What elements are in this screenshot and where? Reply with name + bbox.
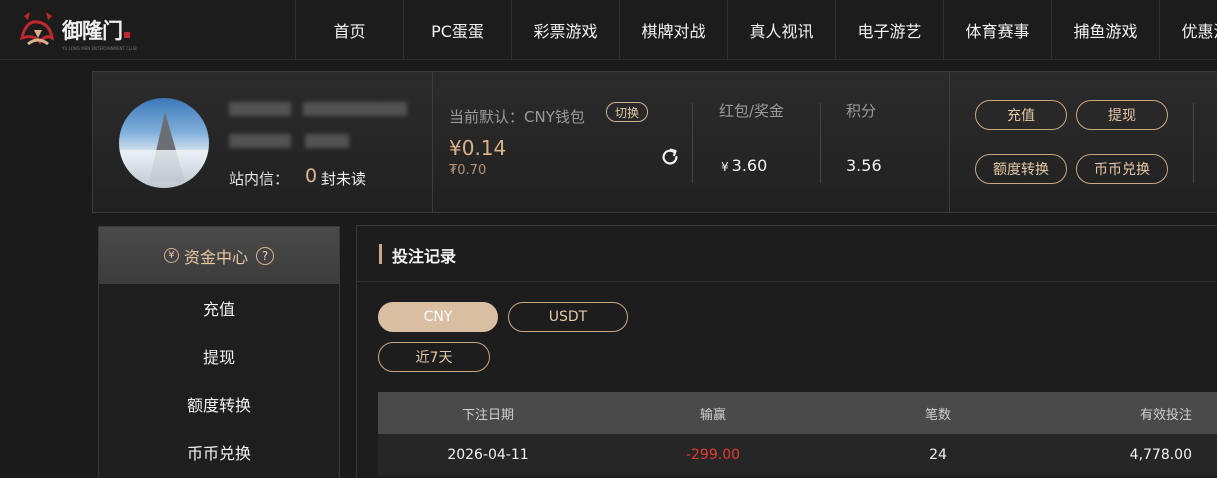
- nav-promotions[interactable]: 优惠活动: [1159, 0, 1217, 60]
- divider: [692, 103, 693, 183]
- logo-seal: [124, 32, 130, 38]
- sidebar-item-deposit[interactable]: 充值: [99, 284, 339, 332]
- col-date: 下注日期: [461, 407, 514, 423]
- title-accent-bar: [379, 244, 382, 264]
- nav-chess-cards[interactable]: 棋牌对战: [619, 0, 727, 60]
- profile-panel: 站内信： 0 封未读 当前默认：CNY钱包 切换 ¥0.14 ₮0.70 红包/…: [92, 71, 1217, 213]
- masked-account-2: [305, 134, 349, 148]
- records-table: 下注日期 输赢 笔数 有效投注 2026-04-11 -299.00 24 4,…: [378, 392, 1217, 476]
- yen-circle-icon: ¥: [163, 248, 179, 263]
- sidebar-item-exchange[interactable]: 币币兑换: [99, 428, 339, 476]
- nav-sports[interactable]: 体育赛事: [943, 0, 1051, 60]
- col-valid-bet: 有效投注: [1139, 407, 1192, 423]
- inbox-suffix[interactable]: 封未读: [321, 168, 366, 189]
- bonus-amount: 3.60: [731, 156, 768, 175]
- points-label: 积分: [846, 102, 877, 120]
- bonus-currency: ¥: [721, 160, 729, 174]
- divider: [820, 103, 821, 183]
- tab-usdt[interactable]: USDT: [508, 302, 628, 332]
- points-value: 3.56: [846, 156, 882, 175]
- nav-fishing[interactable]: 捕鱼游戏: [1051, 0, 1159, 60]
- bonus-label: 红包/奖金: [719, 102, 785, 120]
- bet-records-panel: 投注记录 CNY USDT 近7天 下注日期 输赢 笔数 有效投注 2026-0…: [356, 225, 1217, 478]
- divider: [949, 72, 950, 212]
- nav-live-casino[interactable]: 真人视讯: [727, 0, 835, 60]
- divider: [1193, 103, 1194, 183]
- transfer-button[interactable]: 额度转换: [975, 154, 1067, 184]
- inbox-count[interactable]: 0: [305, 165, 317, 187]
- avatar[interactable]: [119, 98, 209, 188]
- wallet-balance: ¥0.14: [449, 136, 507, 160]
- table-row: 2026-04-11 -299.00 24 4,778.00: [378, 434, 1217, 476]
- sidebar-header[interactable]: ¥ 资金中心 ?: [99, 227, 339, 284]
- wallet-balance-usdt: ₮0.70: [449, 163, 487, 178]
- logo-subtitle: YU LONG MEN ENTERTAINMENT CLUB: [62, 46, 137, 51]
- bonus-value: ¥3.60: [721, 156, 767, 175]
- page: 御隆门 YU LONG MEN ENTERTAINMENT CLUB 首页 PC…: [0, 0, 1217, 478]
- top-navbar: 御隆门 YU LONG MEN ENTERTAINMENT CLUB 首页 PC…: [0, 0, 1217, 60]
- nav-lottery[interactable]: 彩票游戏: [511, 0, 619, 60]
- masked-username: [229, 102, 291, 116]
- logo[interactable]: 御隆门 YU LONG MEN ENTERTAINMENT CLUB: [16, 8, 137, 52]
- panel-header: 投注记录: [357, 226, 1217, 282]
- col-win-loss: 输赢: [699, 407, 726, 423]
- col-count: 笔数: [924, 407, 951, 423]
- cell-valid-bet: 4,778.00: [1129, 447, 1192, 463]
- help-icon[interactable]: ?: [256, 246, 274, 265]
- sidebar-title: 资金中心: [183, 247, 248, 267]
- dragon-logo-icon: [19, 12, 54, 46]
- main-nav: 首页 PC蛋蛋 彩票游戏 棋牌对战 真人视讯 电子游艺 体育赛事 捕鱼游戏 优惠…: [295, 0, 1217, 60]
- switch-wallet-button[interactable]: 切换: [606, 102, 648, 122]
- withdraw-button[interactable]: 提现: [1076, 100, 1168, 130]
- nav-home[interactable]: 首页: [295, 0, 403, 60]
- cell-date: 2026-04-11: [447, 447, 529, 463]
- refresh-icon[interactable]: [659, 146, 681, 168]
- avatar-snow: [119, 150, 209, 188]
- nav-pc-egg[interactable]: PC蛋蛋: [403, 0, 511, 60]
- sidebar-item-withdraw[interactable]: 提现: [99, 332, 339, 380]
- date-range-button[interactable]: 近7天: [378, 342, 490, 372]
- wallet-label: 当前默认：CNY钱包: [449, 108, 585, 126]
- page-title: 投注记录: [392, 247, 457, 266]
- nav-slots[interactable]: 电子游艺: [835, 0, 943, 60]
- deposit-button[interactable]: 充值: [975, 100, 1067, 130]
- sidebar-item-transfer[interactable]: 额度转换: [99, 380, 339, 428]
- inbox-label: 站内信：: [229, 170, 290, 188]
- cell-count: 24: [929, 447, 947, 463]
- logo-text: 御隆门: [62, 19, 123, 43]
- masked-username-2: [303, 102, 407, 116]
- masked-account: [229, 134, 291, 148]
- exchange-button[interactable]: 币币兑换: [1076, 154, 1168, 184]
- table-header: 下注日期 输赢 笔数 有效投注: [378, 392, 1217, 434]
- divider: [432, 72, 433, 212]
- cell-win-loss: -299.00: [685, 447, 741, 463]
- tab-cny[interactable]: CNY: [378, 302, 498, 332]
- sidebar: ¥ 资金中心 ? 充值 提现 额度转换 币币兑换: [98, 226, 340, 478]
